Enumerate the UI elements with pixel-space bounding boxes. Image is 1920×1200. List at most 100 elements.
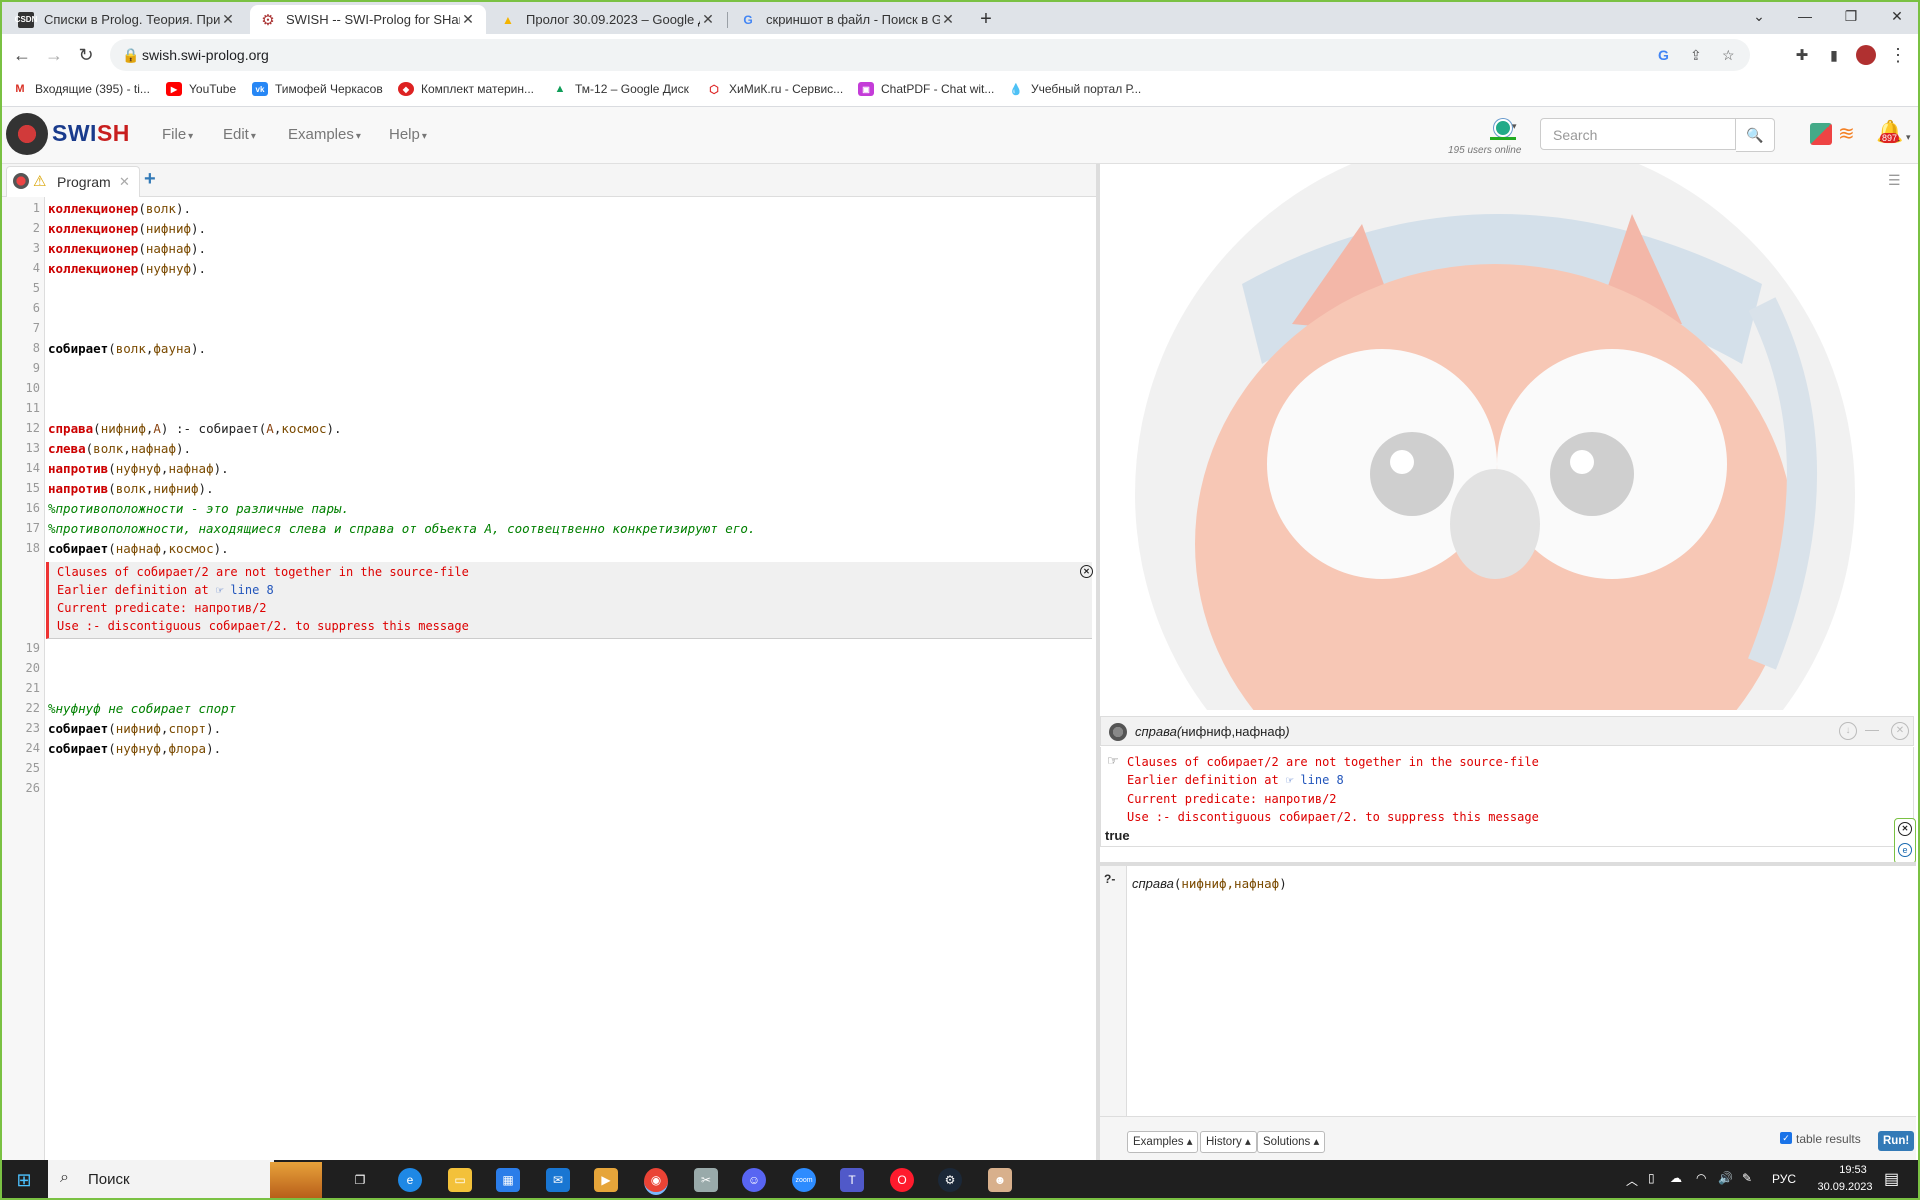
kebab-menu-icon[interactable]: ⋮ <box>1886 43 1910 67</box>
file-explorer-icon[interactable]: ▭ <box>448 1168 472 1192</box>
swish-logo-text[interactable]: SWISH <box>52 120 130 147</box>
steam-icon[interactable]: ⚙ <box>938 1168 962 1192</box>
forward-arrow-icon[interactable]: → <box>42 43 66 67</box>
chevron-down-icon[interactable]: ▾ <box>1906 132 1911 143</box>
pen-icon[interactable]: ✎ <box>1742 1171 1752 1185</box>
taskbar-search-box[interactable]: ⌕ Поиск <box>48 1160 322 1200</box>
browser-tab-3[interactable]: ▲ Пролог 30.09.2023 – Google Ди ✕ <box>490 5 726 34</box>
query-pane: ?- справа(нифниф,нафнаф) Examples ▴ Hist… <box>1100 866 1916 1161</box>
bookmark-item[interactable]: ▣ ChatPDF - Chat wit... <box>858 82 994 96</box>
zoom-icon[interactable]: zoom <box>792 1168 816 1192</box>
share-icon[interactable]: ⇪ <box>1690 47 1702 64</box>
close-circle-icon[interactable]: ✕ <box>1080 565 1093 578</box>
bookmark-item[interactable]: ◆ Комплект материн... <box>398 82 534 96</box>
browser-tab-1[interactable]: CSDN Списки в Prolog. Теория. Прим ✕ <box>8 5 246 34</box>
volume-icon[interactable]: 🔊 <box>1718 1171 1733 1185</box>
search-input[interactable]: Search <box>1540 118 1736 150</box>
line-link[interactable]: line 8 <box>230 583 273 597</box>
explore-icon[interactable]: e <box>1898 843 1912 857</box>
online-globe-icon[interactable]: ▾ <box>1490 119 1520 141</box>
new-tab-button[interactable]: + <box>972 5 1000 34</box>
windows-start-icon[interactable]: ⊞ <box>12 1168 36 1192</box>
browser-tab-2[interactable]: ⚙ SWISH -- SWI-Prolog for SHarin ✕ <box>250 5 486 34</box>
run-button[interactable]: Run! <box>1878 1131 1915 1151</box>
query-input[interactable]: справа(нифниф,нафнаф) <box>1132 876 1287 891</box>
tab-program[interactable]: ⚠ Program ✕ <box>6 166 140 197</box>
google-translate-icon[interactable]: G <box>1658 47 1669 63</box>
address-bar[interactable]: 🔒 swish.swi-prolog.org G ⇪ ☆ <box>110 39 1750 71</box>
answer-warning-line-1: Clauses of собирает/2 are not together i… <box>1127 755 1539 769</box>
warning-line-2: Earlier definition at ☞ line 8 <box>57 583 274 597</box>
google-g-icon: G <box>743 12 753 27</box>
line-number: 4 <box>32 261 40 275</box>
close-icon[interactable]: ✕ <box>119 174 130 190</box>
menu-help[interactable]: Help <box>389 126 427 143</box>
snipping-tool-icon[interactable]: ✂ <box>694 1168 718 1192</box>
bookmark-item[interactable]: ▲ Тм-12 – Google Диск <box>552 82 689 96</box>
line-number: 10 <box>25 381 40 395</box>
browser-tab-4[interactable]: G скриншот в файл - Поиск в Go ✕ <box>730 5 966 34</box>
chrome-icon[interactable]: ◉ <box>644 1168 668 1195</box>
side-panel-icon[interactable]: ▮ <box>1822 43 1846 67</box>
search-icon[interactable]: 🔍 <box>1736 118 1775 152</box>
close-icon[interactable]: ✕ <box>700 11 716 28</box>
edge-icon[interactable]: e <box>398 1168 422 1192</box>
solutions-button[interactable]: Solutions ▴ <box>1257 1131 1326 1153</box>
bookmark-item[interactable]: ⬡ ХиМиК.ru - Сервис... <box>706 82 843 96</box>
bookmark-item[interactable]: vk Тимофей Черкасов <box>252 82 383 96</box>
device-icon[interactable]: ▯ <box>1648 1171 1655 1185</box>
chevron-up-icon[interactable]: ︿ <box>1626 1172 1638 1189</box>
swish-logo-icon[interactable] <box>6 113 48 155</box>
lock-icon[interactable]: 🔒 <box>122 47 139 64</box>
extensions-icon[interactable]: ✚ <box>1790 43 1814 67</box>
menu-lines-icon[interactable]: ☰ <box>1888 172 1901 189</box>
minimize-icon[interactable]: — <box>1782 0 1828 32</box>
notification-icon[interactable]: ▤ <box>1884 1169 1899 1189</box>
wifi-icon[interactable]: ◠ <box>1696 1171 1706 1185</box>
close-icon[interactable]: ✕ <box>220 11 236 28</box>
clock-date[interactable]: 30.09.2023 <box>1806 1181 1884 1193</box>
history-button[interactable]: History ▴ <box>1200 1131 1257 1153</box>
back-arrow-icon[interactable]: ← <box>10 43 34 67</box>
bookmark-item[interactable]: M Входящие (395) - ti... <box>12 82 150 96</box>
teams-icon[interactable]: T <box>840 1168 864 1192</box>
close-icon[interactable]: ✕ <box>940 11 956 28</box>
close-circle-icon[interactable]: ✕ <box>1891 722 1909 740</box>
bookmarks-bar: M Входящие (395) - ti... ▶ YouTube vk Тимоф… <box>0 76 1920 107</box>
task-view-icon[interactable]: ❐ <box>348 1168 372 1192</box>
menu-file[interactable]: File <box>162 126 193 143</box>
bookmark-star-icon[interactable]: ☆ <box>1722 47 1735 64</box>
add-tab-button[interactable]: + <box>144 168 156 191</box>
store-icon[interactable]: ▦ <box>496 1168 520 1192</box>
stackoverflow-icon[interactable]: ≋ <box>1838 121 1855 146</box>
app-icon[interactable]: ☻ <box>988 1168 1012 1192</box>
media-player-icon[interactable]: ▶ <box>594 1168 618 1192</box>
close-icon[interactable]: ✕ <box>460 11 476 28</box>
restore-icon[interactable]: ❐ <box>1828 0 1874 32</box>
minimize-icon[interactable]: — <box>1865 721 1879 737</box>
close-circle-icon[interactable]: ✕ <box>1898 822 1912 836</box>
bookmark-item[interactable]: 💧 Учебный портал Р... <box>1008 82 1141 96</box>
menu-examples[interactable]: Examples <box>288 126 361 143</box>
close-window-icon[interactable]: ✕ <box>1874 0 1920 32</box>
table-results-label: table results <box>1796 1132 1861 1146</box>
avatar[interactable] <box>1854 43 1878 67</box>
language-indicator[interactable]: РУС <box>1772 1172 1796 1186</box>
code-editor[interactable]: 1 2 3 4 5 6 7 8 9 10 11 12 13 14 15 16 1… <box>0 197 1096 1160</box>
bookmark-item[interactable]: ▶ YouTube <box>166 82 236 96</box>
tab-search-icon[interactable]: ⌄ <box>1736 0 1782 32</box>
line-link[interactable]: line 8 <box>1300 773 1343 787</box>
discord-icon[interactable]: ☺ <box>742 1168 766 1192</box>
mail-icon[interactable]: ✉ <box>546 1168 570 1192</box>
examples-button[interactable]: Examples ▴ <box>1127 1131 1199 1153</box>
tab-title: Пролог 30.09.2023 – Google Ди <box>526 12 700 27</box>
google-apps-icon[interactable] <box>1810 123 1832 145</box>
clock-time[interactable]: 19:53 <box>1822 1164 1884 1176</box>
cloud-icon[interactable]: ☁ <box>1670 1171 1682 1185</box>
table-results-checkbox[interactable]: ✓ <box>1780 1132 1792 1144</box>
opera-icon[interactable]: O <box>890 1168 914 1192</box>
menu-edit[interactable]: Edit <box>223 126 256 143</box>
download-icon[interactable]: ↓ <box>1839 722 1857 740</box>
reload-icon[interactable]: ↻ <box>74 43 98 67</box>
pointing-hand-icon: ☞ <box>1107 753 1119 768</box>
